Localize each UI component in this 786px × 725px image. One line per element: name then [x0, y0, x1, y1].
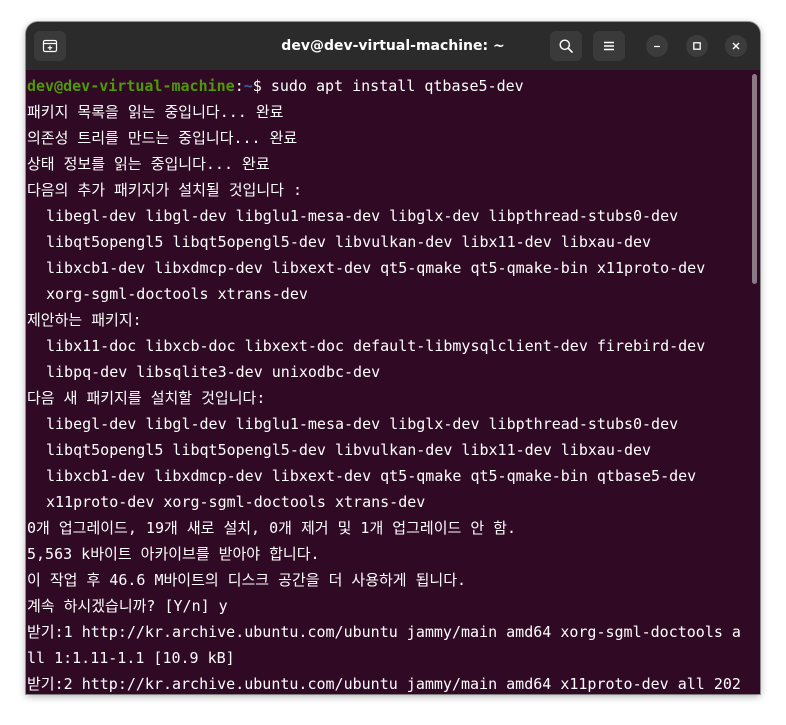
close-button[interactable]: [725, 35, 747, 57]
output-line: 받기:1 http://kr.archive.ubuntu.com/ubuntu…: [27, 623, 741, 641]
output-line: 이 작업 후 46.6 M바이트의 디스크 공간을 더 사용하게 됩니다.: [27, 571, 467, 589]
scrollbar-thumb[interactable]: [752, 74, 757, 284]
output-line: 계속 하시겠습니까? [Y/n] y: [27, 597, 228, 615]
new-tab-icon: [42, 39, 58, 53]
terminal-window: dev@dev-virtual-machine: ~ dev@dev-virtu…: [26, 22, 760, 694]
minimize-button[interactable]: [646, 35, 668, 57]
output-line: 의존성 트리를 만드는 중입니다... 완료: [27, 129, 298, 147]
close-icon: [732, 42, 740, 50]
output-line: libegl-dev libgl-dev libglu1-mesa-dev li…: [46, 415, 679, 433]
menu-button[interactable]: [593, 31, 625, 61]
command-text: sudo apt install qtbase5-dev: [270, 77, 524, 95]
output-line: libx11-doc libxcb-doc libxext-doc defaul…: [46, 337, 706, 355]
new-tab-button[interactable]: [34, 31, 66, 61]
terminal-lines: dev@dev-virtual-machine:~$ sudo apt inst…: [27, 73, 741, 694]
output-line: libqt5opengl5 libqt5opengl5-dev libvulka…: [46, 233, 652, 251]
prompt-separator: :: [234, 77, 244, 95]
output-line: 상태 정보를 읽는 중입니다... 완료: [27, 155, 270, 173]
title-bar[interactable]: dev@dev-virtual-machine: ~: [26, 22, 760, 71]
output-line: libpq-dev libsqlite3-dev unixodbc-dev: [46, 363, 381, 381]
output-line: ll 1:1.11-1.1 [10.9 kB]: [27, 649, 235, 667]
hamburger-menu-icon: [604, 41, 614, 51]
minimize-icon: [654, 45, 660, 48]
prompt-user-host: dev@dev-virtual-machine: [27, 77, 235, 95]
prompt-line: dev@dev-virtual-machine:~$ sudo apt inst…: [27, 73, 741, 99]
terminal-output-area[interactable]: dev@dev-virtual-machine:~$ sudo apt inst…: [26, 70, 760, 694]
window-title: dev@dev-virtual-machine: ~: [281, 38, 505, 54]
maximize-icon: [693, 42, 701, 50]
output-line: libxcb1-dev libxdmcp-dev libxext-dev qt5…: [46, 259, 706, 277]
output-line: x11proto-dev xorg-sgml-doctools xtrans-d…: [46, 493, 426, 511]
maximize-button[interactable]: [686, 35, 708, 57]
output-line: 다음 새 패키지를 설치할 것입니다:: [27, 389, 266, 407]
output-line: libxcb1-dev libxdmcp-dev libxext-dev qt5…: [46, 467, 697, 485]
search-icon: [559, 39, 573, 53]
output-line: 받기:2 http://kr.archive.ubuntu.com/ubuntu…: [27, 675, 741, 693]
output-line: 다음의 추가 패키지가 설치될 것입니다 :: [27, 181, 302, 199]
prompt-symbol: $: [252, 77, 271, 95]
search-button[interactable]: [550, 31, 582, 61]
output-line: libegl-dev libgl-dev libglu1-mesa-dev li…: [46, 207, 679, 225]
prompt-path: ~: [243, 77, 253, 95]
output-line: libqt5opengl5 libqt5opengl5-dev libvulka…: [46, 441, 652, 459]
output-line: 패키지 목록을 읽는 중입니다... 완료: [27, 103, 284, 121]
output-line: xorg-sgml-doctools xtrans-dev: [46, 285, 308, 303]
output-line: 5,563 k바이트 아카이브를 받아야 합니다.: [27, 545, 320, 563]
output-line: 제안하는 패키지:: [27, 311, 142, 329]
output-line: 0개 업그레이드, 19개 새로 설치, 0개 제거 및 1개 업그레이드 안 …: [27, 519, 516, 537]
